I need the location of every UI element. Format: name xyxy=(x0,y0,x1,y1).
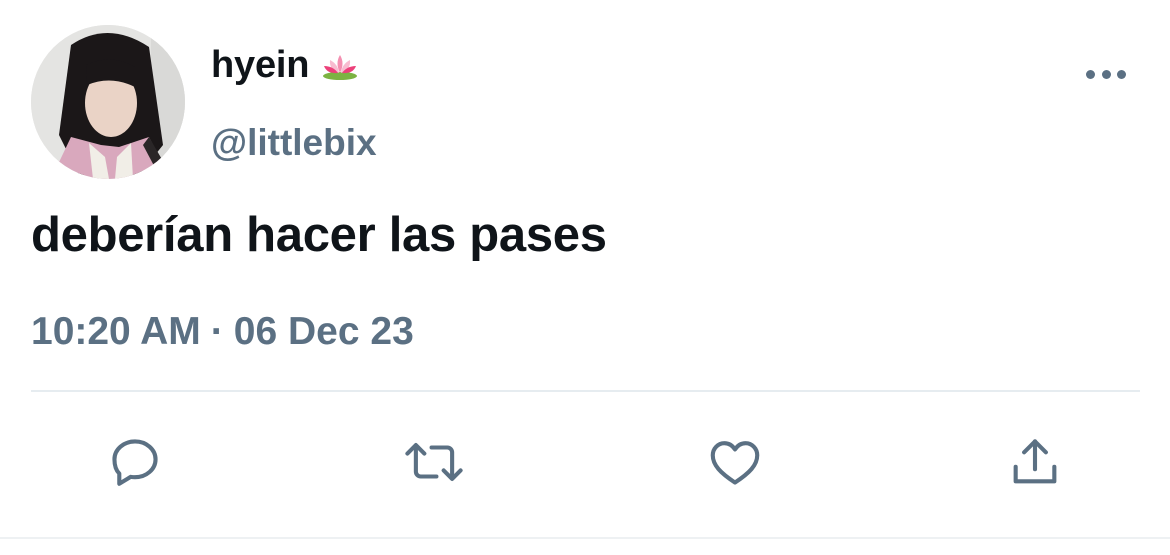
more-dot xyxy=(1117,69,1126,79)
tweet-timestamp[interactable]: 10:20 AM · 06 Dec 23 xyxy=(31,310,414,354)
tweet-text: deberían hacer las pases xyxy=(31,208,607,262)
like-button[interactable] xyxy=(703,430,767,494)
tweet-date: 06 Dec 23 xyxy=(233,310,414,353)
action-bar xyxy=(0,430,1170,500)
more-options-icon[interactable] xyxy=(1086,66,1126,82)
retweet-button[interactable] xyxy=(402,430,466,494)
more-dot xyxy=(1101,69,1111,79)
user-handle[interactable]: @littlebix xyxy=(211,122,377,164)
display-name-text: hyein xyxy=(211,44,310,86)
share-upload-icon xyxy=(1013,439,1057,484)
lotus-emoji-icon xyxy=(321,51,359,81)
heart-icon xyxy=(710,441,760,485)
retweet-arrows-icon xyxy=(405,443,463,481)
more-dot xyxy=(1086,69,1095,79)
speech-bubble-icon xyxy=(112,439,158,486)
divider xyxy=(31,390,1140,392)
meta-separator: · xyxy=(210,310,224,353)
avatar[interactable] xyxy=(31,25,185,179)
reply-button[interactable] xyxy=(103,430,167,494)
share-button[interactable] xyxy=(1003,430,1067,494)
display-name[interactable]: hyein xyxy=(211,44,359,87)
tweet-time: 10:20 AM xyxy=(31,310,201,353)
bottom-border xyxy=(0,537,1170,539)
